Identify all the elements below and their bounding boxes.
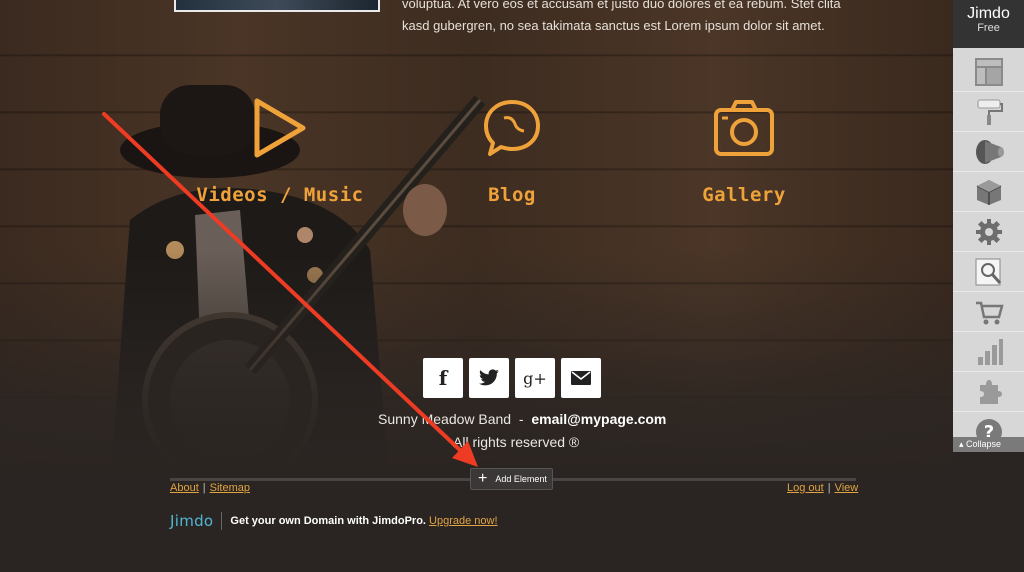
sidebar-brand-name: Jimdo xyxy=(967,5,1010,22)
add-element-button[interactable]: + Add Element xyxy=(470,468,553,490)
twitter-icon xyxy=(479,369,499,386)
cart-icon xyxy=(975,301,1004,324)
copyright-text: All rights reserved ® xyxy=(453,434,580,450)
megaphone-icon xyxy=(975,139,1004,164)
footer-links-right: Log out | View xyxy=(787,482,858,494)
paint-roller-icon xyxy=(977,99,1003,125)
link-separator: | xyxy=(827,482,831,494)
sidebar-tool-apps[interactable] xyxy=(953,372,1024,412)
sidebar-tool-seo[interactable] xyxy=(953,252,1024,292)
speech-bubble-icon xyxy=(484,100,540,156)
sidebar-tool-layout[interactable] xyxy=(953,52,1024,92)
contact-separator: - xyxy=(518,411,524,427)
sidebar-tool-settings[interactable] xyxy=(953,212,1024,252)
promo-divider xyxy=(221,512,223,530)
gear-icon xyxy=(975,218,1002,245)
plus-icon: + xyxy=(478,470,488,487)
collapse-arrow-icon: ▴ xyxy=(959,439,964,449)
footer-links-left: About | Sitemap xyxy=(170,482,250,494)
feature-label[interactable]: Blog xyxy=(412,184,612,206)
promo-text: Get your own Domain with JimdoPro. Upgra… xyxy=(230,515,497,527)
stats-icon xyxy=(977,338,1003,365)
feature-label[interactable]: Videos / Music xyxy=(180,184,380,206)
about-link[interactable]: About xyxy=(170,482,199,494)
feature-gallery[interactable]: Gallery xyxy=(644,96,844,206)
layout-icon xyxy=(974,57,1003,86)
jimdo-promo-bar: Jimdo Get your own Domain with JimdoPro.… xyxy=(170,512,498,530)
box-icon xyxy=(976,179,1001,205)
sidebar-tool-style[interactable] xyxy=(953,92,1024,132)
contact-line: Sunny Meadow Band - email@mypage.com xyxy=(378,411,666,427)
sidebar-tool-elements[interactable] xyxy=(953,172,1024,212)
jimdo-logo[interactable]: Jimdo xyxy=(170,512,213,530)
seo-icon xyxy=(975,258,1001,285)
twitter-button[interactable] xyxy=(469,358,509,398)
envelope-icon xyxy=(571,371,591,385)
header-image-thumbnail[interactable] xyxy=(174,0,380,12)
sitemap-link[interactable]: Sitemap xyxy=(210,482,250,494)
feature-label[interactable]: Gallery xyxy=(644,184,844,206)
collapse-label: Collapse xyxy=(966,439,1002,449)
googleplus-button[interactable]: g+ xyxy=(515,358,555,398)
camera-icon xyxy=(714,100,774,156)
puzzle-icon xyxy=(979,379,1002,404)
sidebar-plan: Free xyxy=(977,22,1000,34)
link-separator: | xyxy=(202,482,206,494)
googleplus-icon: g+ xyxy=(523,368,547,388)
promo-message: Get your own Domain with JimdoPro. xyxy=(230,515,426,527)
social-buttons: f g+ xyxy=(423,358,601,398)
sidebar-tool-shop[interactable] xyxy=(953,292,1024,332)
hero-background xyxy=(0,0,953,470)
sidebar-tool-marketing[interactable] xyxy=(953,132,1024,172)
sidebar-tools: ? xyxy=(953,48,1024,452)
band-name: Sunny Meadow Band xyxy=(378,411,512,427)
sidebar-tool-statistics[interactable] xyxy=(953,332,1024,372)
logout-link[interactable]: Log out xyxy=(787,482,824,494)
admin-sidebar: Jimdo Free ? xyxy=(953,0,1024,452)
facebook-icon: f xyxy=(438,366,448,390)
intro-text-line: kasd gubergren, no sea takimata sanctus … xyxy=(402,18,825,33)
intro-text: voluptua. At vero eos et accusam et just… xyxy=(402,0,872,37)
feature-videos-music[interactable]: Videos / Music xyxy=(180,96,380,206)
add-element-label: Add Element xyxy=(495,474,547,484)
facebook-button[interactable]: f xyxy=(423,358,463,398)
play-icon xyxy=(254,98,306,158)
sidebar-brand[interactable]: Jimdo Free xyxy=(953,0,1024,48)
feature-blog[interactable]: Blog xyxy=(412,96,612,206)
sidebar-collapse-button[interactable]: ▴ Collapse xyxy=(953,437,1024,452)
contact-email[interactable]: email@mypage.com xyxy=(531,411,666,427)
intro-text-line: voluptua. At vero eos et accusam et just… xyxy=(402,0,841,11)
view-link[interactable]: View xyxy=(835,482,859,494)
upgrade-link[interactable]: Upgrade now! xyxy=(429,515,498,527)
email-button[interactable] xyxy=(561,358,601,398)
